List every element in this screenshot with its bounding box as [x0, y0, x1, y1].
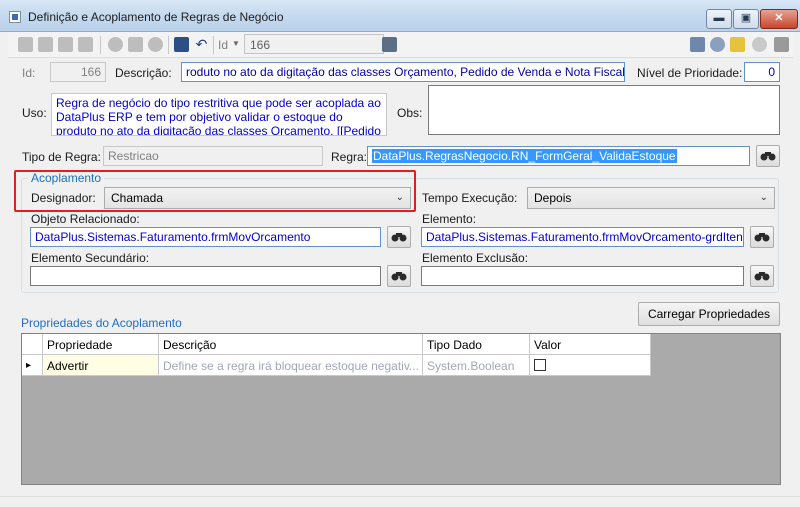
undo-icon[interactable]: ↶ — [194, 37, 209, 52]
tipo-regra-label: Tipo de Regra: — [22, 150, 101, 164]
elem-exc-label: Elemento Exclusão: — [422, 251, 529, 265]
export-icon[interactable] — [382, 37, 397, 52]
elem-sec-field[interactable] — [30, 266, 381, 286]
elem-sec-lookup-button[interactable] — [387, 265, 411, 287]
elem-exc-field[interactable] — [421, 266, 744, 286]
uso-field[interactable]: Regra de negócio do tipo restritiva que … — [51, 93, 387, 136]
id-label: Id: — [22, 66, 36, 80]
column-header-valor[interactable]: Valor — [530, 334, 651, 355]
uso-label: Uso: — [22, 106, 47, 120]
tipo-regra-field: Restricao — [103, 146, 323, 166]
tempo-label: Tempo Execução: — [422, 191, 518, 205]
binoculars-icon — [391, 272, 407, 281]
objeto-lookup-button[interactable] — [387, 226, 411, 248]
app-icon — [9, 11, 21, 23]
chevron-down-icon: ⌄ — [395, 192, 404, 203]
cell-valor[interactable] — [530, 355, 651, 376]
designador-value: Chamada — [111, 191, 164, 205]
objeto-label: Objeto Relacionado: — [31, 212, 140, 226]
binoculars-icon — [760, 152, 776, 161]
minimize-button[interactable]: ▬ — [706, 9, 732, 29]
carregar-propriedades-button[interactable]: Carregar Propriedades — [638, 302, 780, 326]
edit-icon[interactable] — [128, 37, 143, 52]
title-bar: Definição e Acoplamento de Regras de Neg… — [0, 0, 800, 32]
menu-icon[interactable] — [774, 37, 789, 52]
column-header-descricao[interactable]: Descrição — [159, 334, 423, 355]
user-icon[interactable] — [752, 37, 767, 52]
regra-selected-text: DataPlus.RegrasNegocio.RN_FormGeral_Vali… — [372, 149, 677, 163]
toolbar: ↶ Id ▼ 166 — [8, 32, 793, 58]
binoculars-icon — [391, 233, 407, 242]
add-icon[interactable] — [108, 37, 123, 52]
first-icon[interactable] — [18, 37, 33, 52]
binoculars-icon — [754, 233, 770, 242]
chevron-down-icon: ⌄ — [759, 192, 768, 203]
objeto-field[interactable]: DataPlus.Sistemas.Faturamento.frmMovOrca… — [30, 227, 381, 247]
descricao-field[interactable]: roduto no ato da digitação das classes O… — [181, 62, 625, 82]
descricao-label: Descrição: — [115, 66, 172, 80]
toolbar-id-input[interactable]: 166 — [244, 34, 384, 54]
elemento-label: Elemento: — [422, 212, 477, 226]
next-icon[interactable] — [58, 37, 73, 52]
id-dropdown-icon[interactable]: ▼ — [232, 39, 240, 48]
elem-sec-label: Elemento Secundário: — [31, 251, 150, 265]
cell-tipo[interactable]: System.Boolean — [423, 355, 530, 376]
previous-icon[interactable] — [38, 37, 53, 52]
elemento-lookup-button[interactable] — [750, 226, 774, 248]
obs-label: Obs: — [397, 106, 423, 120]
cell-descricao[interactable]: Define se a regra irá bloquear estoque n… — [159, 355, 423, 376]
tools-icon[interactable] — [710, 37, 725, 52]
maximize-button[interactable]: ▣ — [733, 9, 759, 29]
delete-icon[interactable] — [148, 37, 163, 52]
prioridade-field[interactable]: 0 — [744, 62, 780, 82]
elemento-field[interactable]: DataPlus.Sistemas.Faturamento.frmMovOrca… — [421, 227, 744, 247]
id-field: 166 — [50, 62, 106, 82]
row-header-corner — [22, 334, 43, 355]
tempo-value: Depois — [534, 191, 572, 205]
obs-field[interactable] — [428, 85, 780, 135]
last-icon[interactable] — [78, 37, 93, 52]
regra-label: Regra: — [331, 150, 368, 164]
valor-checkbox[interactable] — [534, 359, 546, 371]
designador-select[interactable]: Chamada ⌄ — [104, 187, 411, 209]
regra-field[interactable]: DataPlus.RegrasNegocio.RN_FormGeral_Vali… — [367, 146, 750, 166]
prioridade-label: Nível de Prioridade: — [637, 66, 743, 80]
window-title: Definição e Acoplamento de Regras de Neg… — [28, 10, 284, 24]
close-button[interactable]: ✕ — [760, 9, 798, 29]
window-bottom-edge — [0, 496, 800, 507]
elem-exc-lookup-button[interactable] — [750, 265, 774, 287]
propriedades-title: Propriedades do Acoplamento — [21, 316, 182, 330]
tempo-select[interactable]: Depois ⌄ — [527, 187, 775, 209]
toolbar-id-label: Id — [218, 38, 229, 52]
binoculars-icon — [754, 272, 770, 281]
cell-propriedade[interactable]: Advertir — [43, 355, 159, 376]
regra-lookup-button[interactable] — [756, 145, 780, 167]
notes-icon[interactable] — [730, 37, 745, 52]
column-header-tipo[interactable]: Tipo Dado — [423, 334, 530, 355]
designador-label: Designador: — [31, 191, 96, 205]
save-icon[interactable] — [174, 37, 189, 52]
settings-icon[interactable] — [690, 37, 705, 52]
row-indicator[interactable]: ▸ — [22, 355, 43, 376]
propriedades-grid: Propriedade Descrição Tipo Dado Valor ▸ … — [21, 333, 781, 485]
column-header-propriedade[interactable]: Propriedade — [43, 334, 159, 355]
